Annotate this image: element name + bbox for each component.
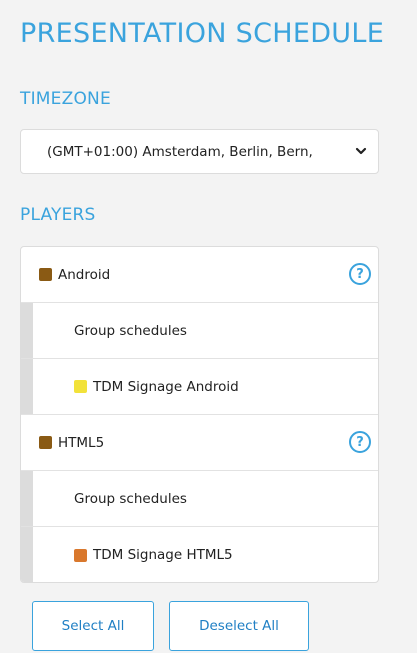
players-panel: Android ? Group schedules TDM Signage An… [20, 246, 379, 583]
player-name: Android [58, 266, 111, 283]
player-color-swatch [74, 548, 87, 562]
group-schedules-html5[interactable]: Group schedules [21, 471, 378, 527]
chevron-down-icon [355, 147, 367, 155]
player-color-swatch [39, 436, 52, 449]
group-schedules-label: Group schedules [74, 490, 187, 507]
player-item-tdm-signage-android[interactable]: TDM Signage Android [21, 359, 378, 415]
player-item-label: TDM Signage HTML5 [93, 547, 233, 563]
presentation-schedule-page: PRESENTATION SCHEDULE TIMEZONE (GMT+01:0… [0, 0, 417, 653]
player-group-android[interactable]: Android ? [21, 247, 378, 303]
select-all-button[interactable]: Select All [32, 601, 154, 651]
page-title: PRESENTATION SCHEDULE [20, 18, 385, 49]
player-item-tdm-signage-html5[interactable]: TDM Signage HTML5 [21, 527, 378, 582]
timezone-label: TIMEZONE [20, 89, 111, 109]
timezone-selected-value: (GMT+01:00) Amsterdam, Berlin, Bern, [47, 143, 313, 160]
deselect-all-button[interactable]: Deselect All [169, 601, 309, 651]
group-schedules-label: Group schedules [74, 322, 187, 339]
player-color-swatch [74, 380, 87, 393]
player-color-swatch [39, 268, 52, 281]
group-schedules-android[interactable]: Group schedules [21, 303, 378, 359]
player-item-label: TDM Signage Android [93, 378, 239, 395]
timezone-select[interactable]: (GMT+01:00) Amsterdam, Berlin, Bern, [20, 129, 379, 174]
players-label: PLAYERS [20, 205, 96, 225]
player-name: HTML5 [58, 434, 105, 451]
player-group-html5[interactable]: HTML5 ? [21, 415, 378, 471]
question-circle-icon[interactable]: ? [349, 431, 371, 453]
question-circle-icon[interactable]: ? [349, 263, 371, 285]
